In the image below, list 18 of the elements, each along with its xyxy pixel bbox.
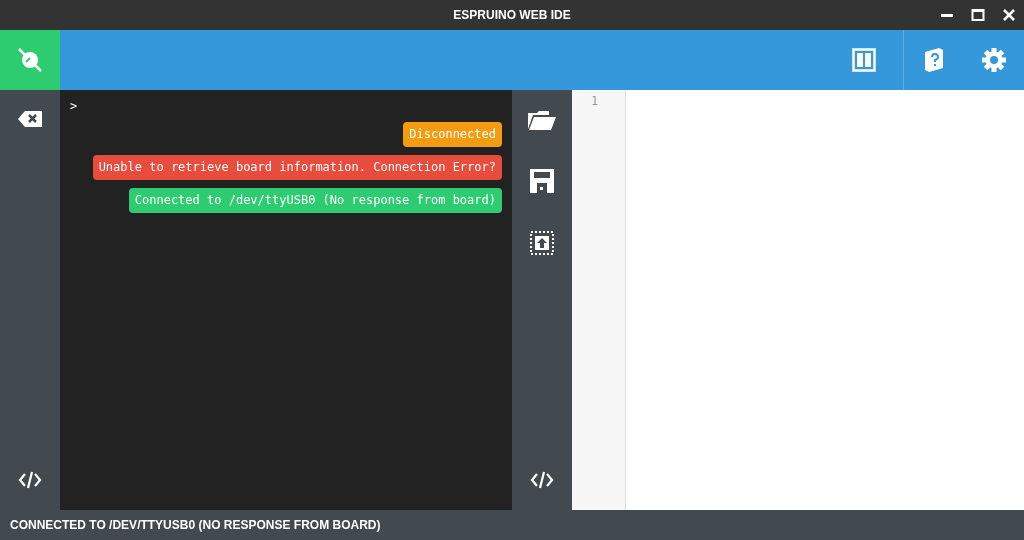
help-book-icon [922,47,946,73]
window-title: ESPRUINO WEB IDE [453,8,571,22]
maximize-icon[interactable] [971,8,985,22]
status-text: CONNECTED TO /DEV/TTYUSB0 (NO RESPONSE FROM BOARD) [10,518,381,532]
columns-icon [852,48,876,72]
upload-icon[interactable] [530,231,554,255]
clear-terminal-icon[interactable] [17,110,43,128]
line-number: 1 [590,94,600,108]
save-icon[interactable] [530,169,554,193]
code-icon[interactable] [18,470,42,490]
folder-icon[interactable] [527,109,557,131]
close-icon[interactable] [1002,8,1016,22]
terminal-prompt: > [70,98,79,114]
unplugged-icon [16,46,44,74]
notification: Disconnected [403,122,502,147]
notification: Unable to retrieve board information. Connection Error? [92,155,502,180]
notification: Connected to /dev/ttyUSB0 (No response from board) [128,188,502,213]
code-icon[interactable] [530,470,554,490]
